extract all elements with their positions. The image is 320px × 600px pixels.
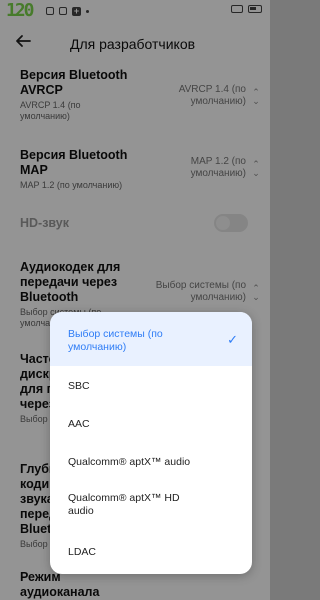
- option-ldac[interactable]: LDAC: [50, 532, 252, 574]
- option-system-default[interactable]: Выбор системы (по умолчанию) ✓: [50, 312, 252, 366]
- option-label: Выбор системы (по умолчанию): [68, 328, 163, 353]
- option-sbc[interactable]: SBC: [50, 366, 252, 404]
- option-label: Qualcomm® aptX™ audio: [68, 456, 191, 468]
- option-label: SBC: [68, 380, 90, 392]
- option-label: Qualcomm® aptX™ HD audio: [68, 492, 180, 517]
- option-aptx-hd[interactable]: Qualcomm® aptX™ HD audio: [50, 482, 252, 532]
- codec-dropdown: Выбор системы (по умолчанию) ✓ SBC AAC Q…: [50, 312, 252, 574]
- option-aac[interactable]: AAC: [50, 404, 252, 442]
- option-label: LDAC: [68, 546, 97, 558]
- option-label: AAC: [68, 418, 90, 430]
- option-aptx[interactable]: Qualcomm® aptX™ audio: [50, 442, 252, 482]
- check-icon: ✓: [227, 332, 238, 347]
- screen: 120 + Для разработчиков Версия Bluetooth…: [0, 0, 270, 600]
